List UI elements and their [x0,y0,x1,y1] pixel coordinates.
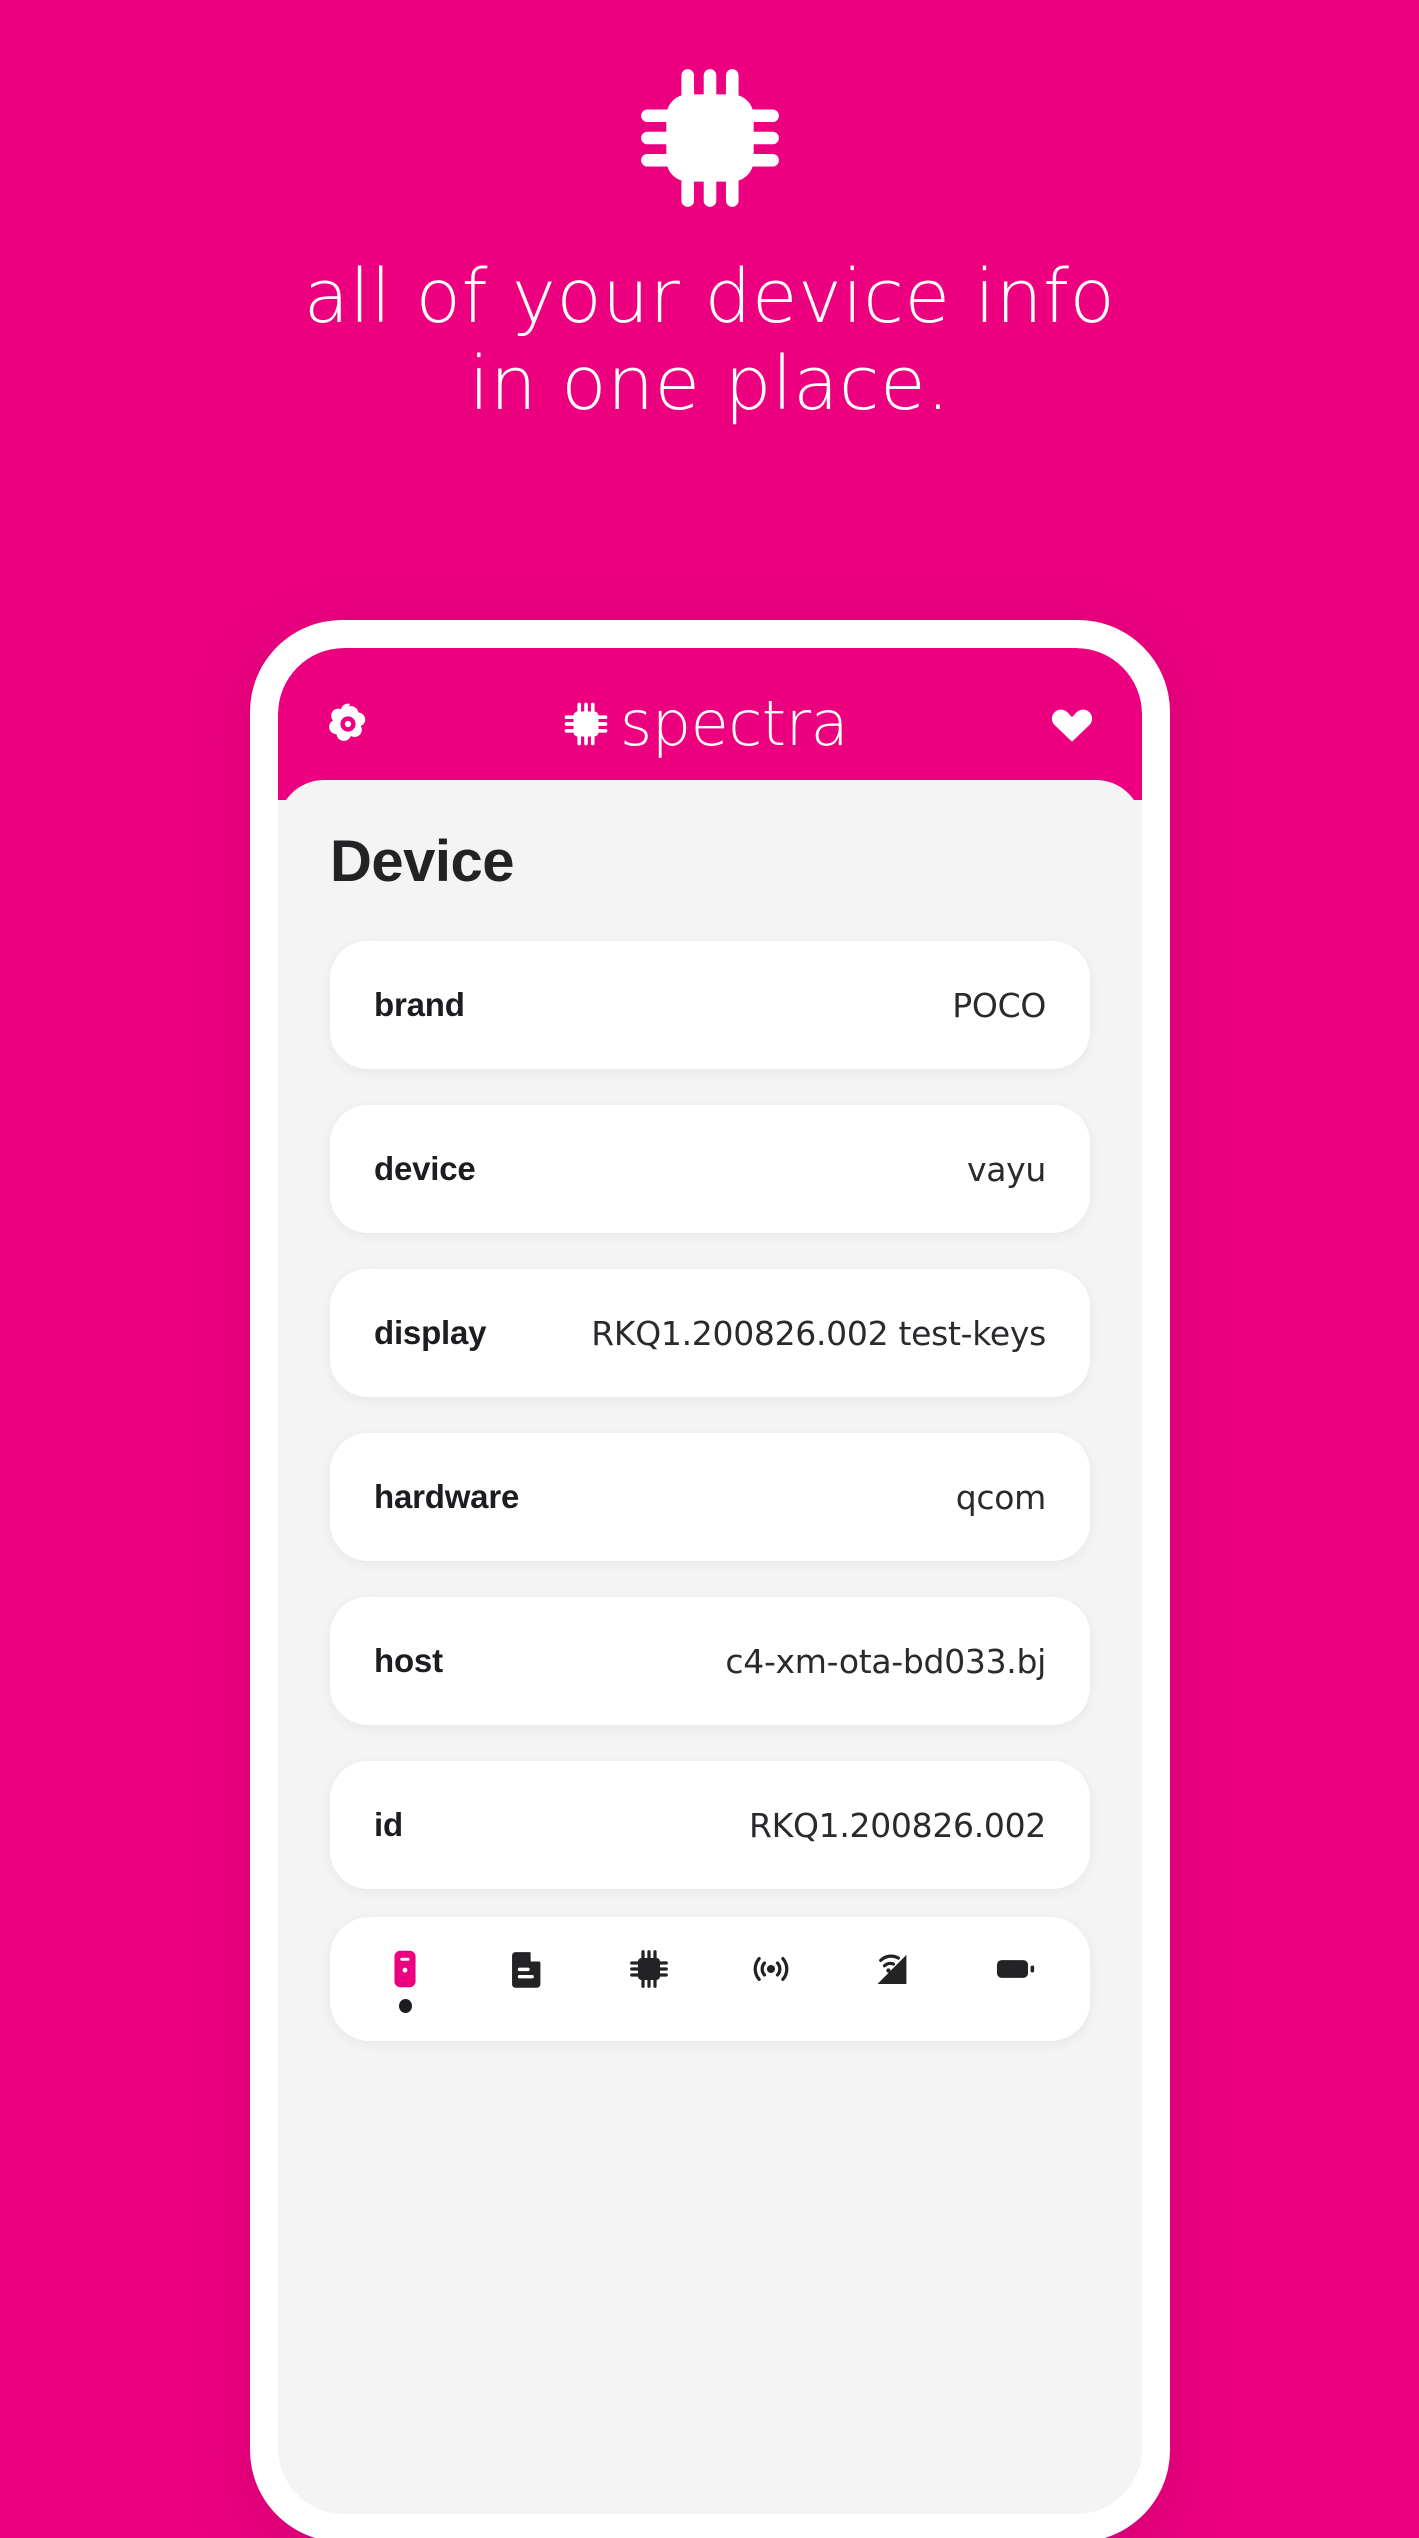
app-brand: spectra [560,687,849,760]
row-label: id [374,1806,403,1843]
chip-icon [564,702,608,746]
file-icon [512,1951,541,1988]
table-row[interactable]: hardware qcom [330,1433,1090,1561]
nav-item-system[interactable] [481,1933,573,2025]
row-value: qcom [955,1477,1046,1517]
table-row[interactable]: brand POCO [330,941,1090,1069]
nav-item-device[interactable] [359,1933,451,2025]
hero-headline-line-1: all of your device info [303,254,1116,340]
row-label: device [374,1150,476,1187]
content-sheet: Device brand POCO device vayu display RK… [278,780,1142,2514]
page-title: Device [330,829,515,894]
app-title: spectra [619,687,849,760]
table-row[interactable]: display RKQ1.200826.002 test-keys [330,1269,1090,1397]
hero-section: all of your device info in one place. [0,0,1419,429]
table-row[interactable]: host c4-xm-ota-bd033.bj [330,1597,1090,1725]
row-value: RKQ1.200826.002 [749,1805,1046,1845]
phone-icon [394,1950,416,1987]
chip-icon [640,69,779,207]
nav-item-network[interactable] [847,1933,939,2025]
nav-item-sensors[interactable] [725,1933,817,2025]
heart-icon[interactable] [1046,698,1098,750]
phone-screen: spectra Device brand POCO device vayu di [278,648,1142,2514]
row-value: RKQ1.200826.002 test-keys [591,1313,1046,1353]
nav-item-cpu[interactable] [603,1933,695,2025]
hero-headline-line-2: in one place. [468,341,951,428]
network-icon [877,1953,907,1984]
row-label: hardware [374,1478,520,1515]
row-value: POCO [952,985,1046,1025]
table-row[interactable]: id RKQ1.200826.002 [330,1761,1090,1889]
row-value: c4-xm-ota-bd033.bj [725,1641,1046,1681]
table-row[interactable]: device vayu [330,1105,1090,1233]
row-label: brand [374,986,465,1023]
active-indicator-dot [398,1998,412,2013]
app-bar: spectra [278,648,1142,800]
chip-icon [630,1949,668,1988]
bottom-navigation-bar [330,1917,1090,2041]
phone-mockup-frame: spectra Device brand POCO device vayu di [250,620,1170,2538]
battery-icon [996,1959,1035,1978]
row-label: display [374,1314,487,1351]
row-value: vayu [967,1149,1046,1189]
device-info-list: brand POCO device vayu display RKQ1.2008… [278,941,1142,1889]
gear-icon[interactable] [322,698,374,750]
sensor-icon [753,1956,789,1981]
row-label: host [374,1642,443,1679]
hero-headline: all of your device info in one place. [120,254,1300,429]
nav-item-battery[interactable] [969,1933,1061,2025]
